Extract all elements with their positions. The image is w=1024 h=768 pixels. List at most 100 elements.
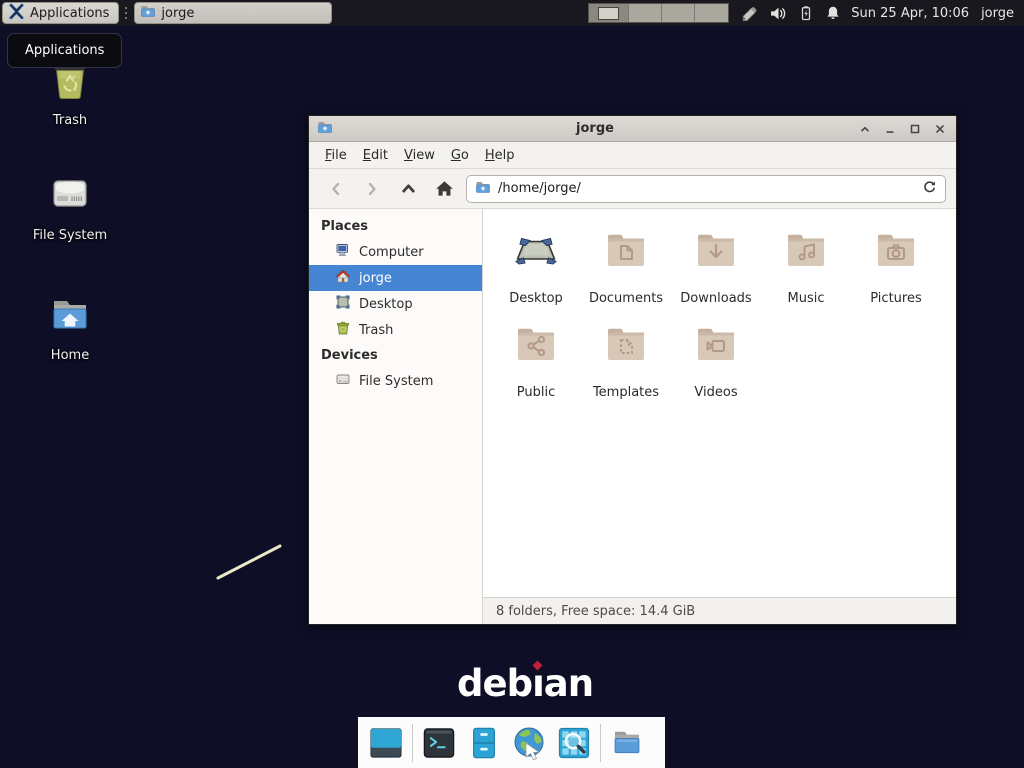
applications-tooltip: Applications: [7, 33, 122, 68]
folder-icon: [475, 179, 491, 199]
folder-item-templates[interactable]: Templates: [581, 321, 671, 400]
window-icon: [317, 119, 333, 139]
sidebar-item-desktop[interactable]: Desktop: [309, 291, 482, 317]
debian-logo-text: an: [544, 662, 593, 705]
toolbar: /home/jorge/: [309, 169, 956, 209]
folder-label: Music: [788, 291, 825, 306]
dock-separator: [412, 724, 413, 762]
battery-icon[interactable]: [798, 5, 814, 21]
sidebar-item-trash[interactable]: Trash: [309, 317, 482, 343]
sidebar-item-file-system[interactable]: File System: [309, 368, 482, 394]
minimize-button[interactable]: [882, 121, 898, 137]
file-list-view: Desktop Documents: [483, 209, 956, 597]
drive-icon: [335, 371, 351, 391]
folder-label: Public: [517, 385, 555, 400]
desktop-icon-file-system[interactable]: File System: [22, 170, 118, 243]
applications-menu-button[interactable]: Applications: [2, 2, 119, 24]
task-button-label: jorge: [161, 6, 194, 21]
folder-label: Downloads: [680, 291, 751, 306]
sidebar-item-label: Desktop: [359, 297, 413, 312]
file-cabinet-launcher[interactable]: [465, 724, 503, 762]
shade-button[interactable]: [857, 121, 873, 137]
up-button[interactable]: [394, 175, 422, 203]
folder-item-music[interactable]: Music: [761, 227, 851, 306]
menu-help[interactable]: Help: [477, 144, 523, 167]
menubar: File Edit View Go Help: [309, 142, 956, 169]
workspace-3[interactable]: [662, 4, 695, 22]
window-titlebar[interactable]: jorge: [309, 116, 956, 142]
folder-item-videos[interactable]: Videos: [671, 321, 761, 400]
forward-button[interactable]: [358, 175, 386, 203]
sidebar-item-label: Trash: [359, 323, 393, 338]
desktop-icon: [335, 294, 351, 314]
sidebar-item-jorge[interactable]: jorge: [309, 265, 482, 291]
menu-view[interactable]: View: [396, 144, 443, 167]
app-finder-launcher[interactable]: [555, 724, 593, 762]
debian-logo-text: deb: [457, 662, 532, 705]
file-manager-launcher[interactable]: [608, 724, 646, 762]
folder-label: Documents: [589, 291, 663, 306]
reload-icon[interactable]: [922, 179, 937, 198]
workspace-window-preview: [598, 7, 619, 20]
menu-go[interactable]: Go: [443, 144, 477, 167]
sidebar-header-places: Places: [309, 214, 482, 239]
statusbar: 8 folders, Free space: 14.4 GiB: [483, 597, 956, 624]
folder-item-public[interactable]: Public: [491, 321, 581, 400]
workspace-pager: [588, 3, 729, 23]
maximize-button[interactable]: [907, 121, 923, 137]
statusbar-text: 8 folders, Free space: 14.4 GiB: [496, 604, 695, 619]
documents-folder-icon: [602, 227, 650, 279]
sidebar-item-computer[interactable]: Computer: [309, 239, 482, 265]
sidebar-item-label: File System: [359, 374, 433, 389]
desktop-icon-label: File System: [33, 228, 107, 243]
applications-label: Applications: [30, 6, 109, 21]
sidebar-item-label: jorge: [359, 271, 392, 286]
notification-bell-icon[interactable]: [825, 5, 841, 21]
close-button[interactable]: [932, 121, 948, 137]
folder-item-desktop[interactable]: Desktop: [491, 227, 581, 306]
menu-edit[interactable]: Edit: [355, 144, 396, 167]
xfce-applications-icon: [8, 3, 25, 24]
bottom-dock: [358, 717, 665, 768]
workspace-4[interactable]: [695, 4, 728, 22]
folder-item-downloads[interactable]: Downloads: [671, 227, 761, 306]
volume-icon[interactable]: [770, 5, 787, 22]
input-tablet-icon[interactable]: [741, 4, 759, 22]
panel-user-menu[interactable]: jorge: [981, 6, 1014, 21]
window-title: jorge: [333, 121, 857, 136]
drive-icon: [46, 170, 94, 222]
web-browser-launcher[interactable]: [510, 724, 548, 762]
desktop-icon-label: Trash: [53, 113, 87, 128]
folder-label: Desktop: [509, 291, 563, 306]
sidebar-header-devices: Devices: [309, 343, 482, 368]
debian-logo-i: ı: [532, 662, 544, 705]
workspace-2[interactable]: [629, 4, 662, 22]
debian-logo: debıan: [457, 662, 593, 705]
home-folder-icon: [46, 290, 94, 342]
music-folder-icon: [782, 227, 830, 279]
location-bar[interactable]: /home/jorge/: [466, 175, 946, 203]
window-content: Places Computer jorge Desktop: [309, 209, 956, 624]
workspace-1[interactable]: [589, 4, 629, 22]
sidebar-item-label: Computer: [359, 245, 424, 260]
computer-icon: [335, 242, 351, 262]
menu-file[interactable]: File: [317, 144, 355, 167]
location-path[interactable]: /home/jorge/: [498, 181, 915, 196]
sidebar: Places Computer jorge Desktop: [309, 209, 483, 624]
taskbar-window-button[interactable]: jorge: [134, 2, 332, 24]
public-folder-icon: [512, 321, 560, 373]
folder-item-pictures[interactable]: Pictures: [851, 227, 941, 306]
trash-icon: [335, 320, 351, 340]
show-desktop-button[interactable]: [367, 724, 405, 762]
back-button[interactable]: [322, 175, 350, 203]
panel-separator: [122, 4, 129, 22]
downloads-folder-icon: [692, 227, 740, 279]
desktop-special-icon: [512, 227, 560, 279]
folder-item-documents[interactable]: Documents: [581, 227, 671, 306]
panel-clock[interactable]: Sun 25 Apr, 10:06: [851, 6, 969, 21]
home-button[interactable]: [430, 175, 458, 203]
home-icon: [335, 268, 351, 288]
desktop-icon-home[interactable]: Home: [22, 290, 118, 363]
terminal-launcher[interactable]: [420, 724, 458, 762]
folder-label: Videos: [694, 385, 737, 400]
